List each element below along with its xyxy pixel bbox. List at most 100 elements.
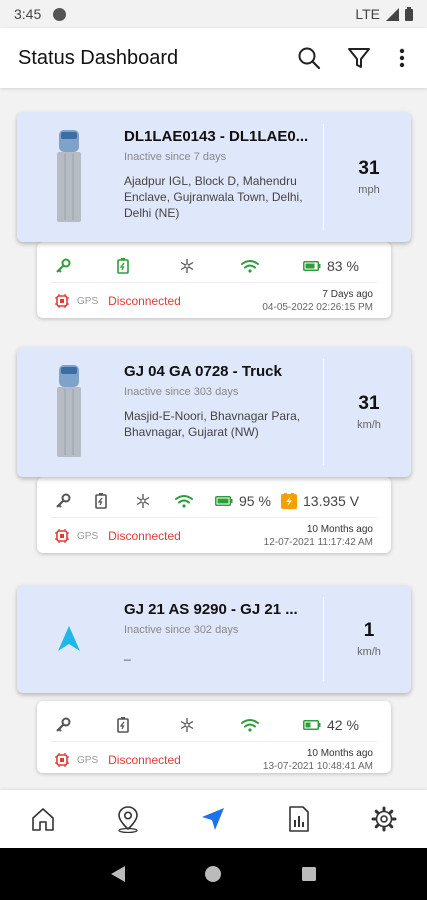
ignition-key-icon [56,717,71,732]
home-icon [31,808,54,831]
gps-label: GPS [77,754,99,766]
search-icon [298,47,321,70]
voltage-icon [281,493,297,509]
divider [323,124,324,230]
vehicle-summary[interactable]: GJ 21 AS 9290 - GJ 21 ... Inactive since… [17,585,411,693]
gps-chip-icon [55,529,69,543]
bottom-navigation [0,790,427,848]
app-bar: Status Dashboard [0,28,427,88]
ac-snowflake-icon [180,718,194,732]
ac-snowflake-icon [136,494,150,508]
status-bar: 3:45 LTE [0,0,427,28]
home-circle-icon [205,866,222,882]
speed-value: 31 [358,158,380,179]
speed-block: 31 km/h [327,347,411,477]
gps-chip-icon [55,753,69,767]
vehicle-address: _ [124,647,131,661]
status-time: 3:45 [14,6,42,22]
row-divider [51,282,377,283]
vehicle-title: GJ 04 GA 0728 - Truck [124,363,282,380]
system-recents-button[interactable] [295,860,323,888]
speed-block: 1 km/h [327,585,411,693]
back-triangle-icon [110,866,125,882]
voltage-value: 13.935 V [303,493,360,509]
recents-square-icon [302,867,317,881]
vehicle-title: GJ 21 AS 9290 - GJ 21 ... [124,601,298,618]
page-title: Status Dashboard [18,46,179,69]
battery-level-icon [303,261,321,271]
nav-status-dashboard[interactable] [199,805,227,833]
vehicle-status-panel: 83 % GPS Disconnected 7 Days ago 04-05-2… [37,242,391,318]
battery-level-icon [303,720,321,730]
wifi-icon [241,719,259,732]
status-right: LTE [355,6,413,22]
battery-level-icon [215,496,233,506]
vehicle-address: Masjid-E-Noori, Bhavnagar Para, Bhavnaga… [124,409,301,439]
divider [323,359,324,465]
more-vert-icon [399,48,405,68]
ignition-key-icon [56,493,71,508]
filter-icon [348,48,370,68]
filter-button[interactable] [345,44,373,72]
nav-settings[interactable] [370,805,398,833]
battery-value: 42 % [327,717,359,733]
wifi-icon [241,260,259,273]
app-actions [295,44,409,72]
speed-value: 1 [363,620,375,641]
inactive-text: Inactive since 7 days [124,151,227,163]
battery-icon [95,493,107,509]
vehicle-summary[interactable]: GJ 04 GA 0728 - Truck Inactive since 303… [17,347,411,477]
inactive-text: Inactive since 302 days [124,624,239,636]
truck-image [47,361,91,461]
last-seen-datetime: 04-05-2022 02:26:15 PM [262,302,373,313]
vehicle-direction [47,589,91,689]
row-divider [51,517,377,518]
speed-unit: mph [358,184,380,196]
nav-reports[interactable] [285,805,313,833]
navigation-arrow-icon [58,626,80,651]
vehicle-address: Ajadpur IGL, Block D, Mahendru Enclave, … [124,174,303,220]
speed-value: 31 [358,393,380,414]
gear-icon [371,806,397,832]
row-divider [51,741,377,742]
inactive-text: Inactive since 303 days [124,386,239,398]
gps-chip-icon [55,294,69,308]
vehicle-status-panel: 42 % GPS Disconnected 10 Months ago 13-0… [37,701,391,773]
map-pin-icon [118,806,138,833]
last-seen-datetime: 12-07-2021 11:17:42 AM [263,537,373,548]
wifi-icon [175,495,193,508]
system-back-button[interactable] [104,860,132,888]
connection-status: Disconnected [108,753,181,767]
network-label: LTE [355,6,380,22]
search-button[interactable] [295,44,323,72]
vehicle-status-panel: 95 % 13.935 V GPS Disconnected 10 Months… [37,477,391,553]
nav-home[interactable] [29,805,57,833]
notification-dot-icon [53,7,67,21]
report-icon [289,806,309,832]
battery-value: 95 % [239,493,271,509]
speed-block: 31 mph [327,112,411,242]
system-home-button[interactable] [199,860,227,888]
ignition-key-icon [56,258,71,273]
last-seen-datetime: 13-07-2021 10:48:41 AM [262,761,373,772]
connection-status: Disconnected [108,529,181,543]
vehicle-summary[interactable]: DL1LAE0143 - DL1LAE0... Inactive since 7… [17,112,411,242]
last-seen-ago: 7 Days ago [322,289,373,300]
connection-status: Disconnected [108,294,181,308]
system-navigation-bar [0,848,427,900]
gps-label: GPS [77,530,99,542]
signal-icon [386,7,399,21]
speed-unit: km/h [357,646,381,658]
truck-icon [57,130,81,222]
divider [323,597,324,681]
vehicle-title: DL1LAE0143 - DL1LAE0... [124,128,309,145]
last-seen-ago: 10 Months ago [306,748,373,759]
truck-icon [57,365,81,457]
gps-label: GPS [77,295,99,307]
more-options-button[interactable] [395,44,409,72]
battery-value: 83 % [327,258,359,274]
nav-map[interactable] [114,805,142,833]
battery-icon [117,258,129,274]
battery-icon [117,717,129,733]
navigation-arrow-icon [202,808,225,830]
